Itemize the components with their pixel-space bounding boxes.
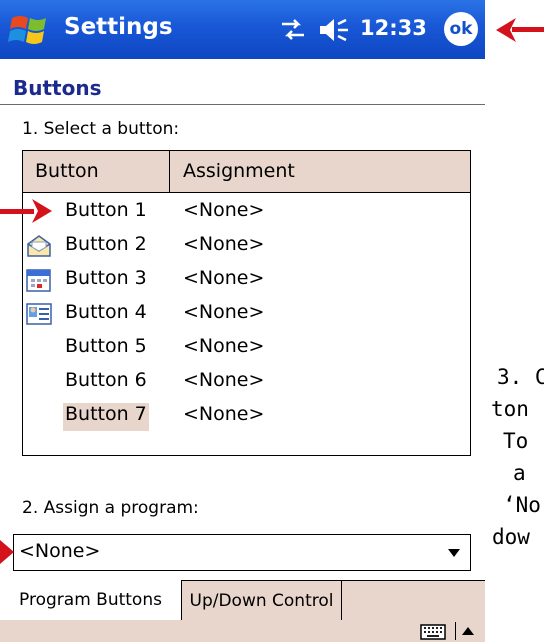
tab-strip-fill [342, 580, 485, 620]
arrow-head-icon [496, 18, 516, 42]
clock[interactable]: 12:33 [360, 16, 427, 40]
tab-strip: Program Buttons Up/Down Control [0, 580, 485, 620]
table-row[interactable]: Button 3 <None> [23, 263, 470, 297]
table-row[interactable]: Button 5 <None> [23, 331, 470, 365]
button-name: Button 1 [65, 199, 147, 221]
column-divider [169, 151, 170, 192]
button-name: Button 3 [65, 267, 147, 289]
tab-up-down-control[interactable]: Up/Down Control [182, 580, 342, 620]
button-table: Button Assignment Button 1 <None> Button… [22, 150, 471, 456]
title-bar: Settings 12:33 ok [0, 0, 485, 59]
sip-arrow-up-icon[interactable] [462, 627, 474, 635]
side-text-line: dow [492, 525, 530, 549]
button-name: Button 5 [65, 335, 147, 357]
button-name: Button 6 [65, 369, 147, 391]
page-title: Buttons [13, 76, 102, 100]
column-header-assignment[interactable]: Assignment [183, 160, 295, 182]
windows-start-icon[interactable] [8, 8, 52, 52]
table-row-selected[interactable]: Button 7 <None> [23, 399, 470, 433]
arrow-head-icon [32, 199, 52, 223]
assignment-value: <None> [183, 301, 265, 323]
select-button-label: 1. Select a button: [22, 119, 180, 139]
chevron-down-icon[interactable] [448, 549, 460, 557]
assign-program-label: 2. Assign a program: [22, 498, 199, 518]
assignment-value: <None> [183, 369, 265, 391]
column-header-button[interactable]: Button [35, 160, 99, 182]
menu-bar [0, 620, 485, 642]
contact-card-icon [26, 303, 52, 325]
envelope-icon [27, 235, 51, 257]
button-name: Button 4 [65, 301, 147, 323]
table-row[interactable]: Button 2 <None> [23, 229, 470, 263]
table-row[interactable]: Button 6 <None> [23, 365, 470, 399]
assignment-value: <None> [183, 199, 265, 221]
assignment-value: <None> [183, 403, 265, 425]
side-text-line: To [503, 429, 529, 453]
button-name: Button 7 [63, 403, 149, 431]
assignment-value: <None> [183, 233, 265, 255]
assignment-value: <None> [183, 267, 265, 289]
assignment-value: <None> [183, 335, 265, 357]
volume-icon[interactable] [318, 16, 350, 44]
button-name: Button 2 [65, 233, 147, 255]
side-text-line: ‘No [503, 493, 541, 517]
table-row[interactable]: Button 1 <None> [23, 195, 470, 229]
calendar-icon [26, 269, 51, 292]
table-row[interactable]: Button 4 <None> [23, 297, 470, 331]
side-text-line: a [513, 461, 526, 485]
connectivity-icon[interactable] [280, 18, 306, 42]
dropdown-value: <None> [19, 540, 101, 562]
tab-program-buttons[interactable]: Program Buttons [0, 580, 182, 620]
side-text-line: ton [491, 397, 529, 421]
sip-divider [455, 622, 456, 640]
program-dropdown[interactable]: <None> [13, 534, 471, 571]
annotation-arrow-dropdown [0, 540, 14, 564]
window-title: Settings [64, 14, 173, 40]
ok-button[interactable]: ok [444, 12, 478, 46]
heading-divider [0, 104, 485, 105]
table-header: Button Assignment [23, 151, 470, 193]
keyboard-icon[interactable] [420, 624, 446, 640]
side-text-line: 3. C [497, 365, 544, 389]
